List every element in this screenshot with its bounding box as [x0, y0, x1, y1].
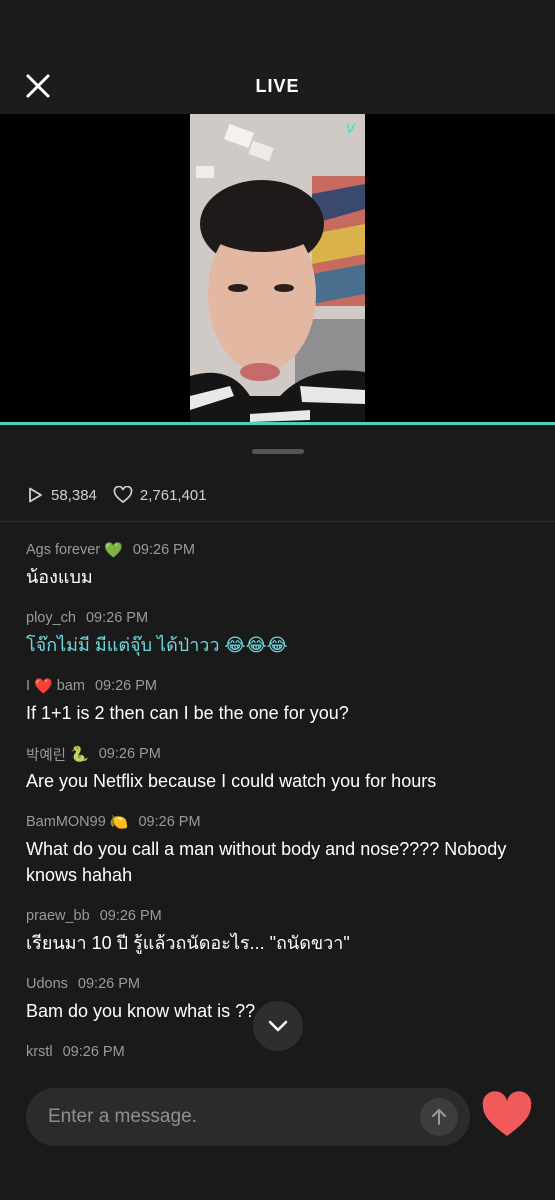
chat-username: Udons: [26, 976, 68, 992]
chat-username: bam: [56, 678, 85, 694]
chevron-down-icon: [268, 1020, 288, 1032]
like-count: 2,761,401: [113, 486, 207, 504]
chat-time: 09:26 PM: [77, 976, 140, 992]
chat-text: เรียนมา 10 ปี รู้แล้วถนัดอะไร... "ถนัดขว…: [26, 933, 350, 953]
chat-message: I ❤️ bam 09:26 PM If 1+1 is 2 then can I be…: [26, 676, 536, 726]
chat-time: 09:26 PM: [132, 542, 195, 558]
chat-message: praew_bb 09:26 PM เรียนมา 10 ปี รู้แล้วถน…: [26, 906, 536, 956]
chat-text: Are you Netflix because I could watch yo…: [26, 771, 437, 791]
red-heart-icon: ❤️: [34, 678, 53, 695]
page-title: LIVE: [255, 76, 300, 96]
like-count-value: 2,761,401: [139, 486, 207, 504]
chat-username: krstl: [26, 1044, 53, 1060]
chat-text: น้องแบม: [26, 567, 93, 587]
arrow-up-icon: [432, 1109, 446, 1125]
streamer-video-image: [190, 114, 365, 422]
chat-message: ploy_ch 09:26 PM โจ๊กไม่มี มีแต่จุ๊บ ได้ป…: [26, 608, 536, 658]
send-button[interactable]: [420, 1098, 458, 1136]
chat-time: 09:26 PM: [62, 1044, 125, 1060]
chat-text: โจ๊กไม่มี มีแต่จุ๊บ ได้ป่าวว 😂😂😂: [26, 632, 536, 658]
chat-panel: 58,384 2,761,401 Ags forever 💚 09:26 PM น้…: [0, 425, 555, 1200]
drag-handle[interactable]: [252, 449, 304, 454]
stats-row: 58,384 2,761,401: [26, 485, 223, 505]
chat-text: If 1+1 is 2 then can I be the one for yo…: [26, 703, 349, 723]
chat-time: 09:26 PM: [98, 746, 161, 762]
scroll-down-button[interactable]: [253, 1001, 303, 1051]
chat-username: praew_bb: [26, 908, 90, 924]
message-composer: [0, 1075, 555, 1200]
chat-time: 09:26 PM: [138, 814, 201, 830]
chat-username: BamMON99: [26, 814, 106, 830]
play-count-value: 58,384: [51, 486, 97, 504]
chat-text-body: โจ๊กไม่มี มีแต่จุ๊บ ได้ป่าวว: [26, 635, 220, 655]
top-bar: LIVE: [0, 0, 555, 114]
laughing-emoji-icon: 😂😂😂: [224, 635, 288, 655]
chat-message: Ags forever 💚 09:26 PM น้องแบม: [26, 540, 536, 590]
chat-username: Ags forever: [26, 542, 101, 558]
video-frame: V: [190, 114, 365, 422]
play-icon: [29, 487, 42, 503]
chat-message: BamMON99 🍋 09:26 PM What do you call a man…: [26, 812, 536, 888]
heart-icon: [482, 1091, 532, 1136]
chat-text: What do you call a man without body and …: [26, 839, 507, 885]
heart-outline-icon: [113, 486, 133, 504]
heart-button[interactable]: [480, 1089, 534, 1143]
vlive-logo-icon: V: [345, 120, 355, 136]
message-input[interactable]: [48, 1088, 408, 1146]
snake-icon: 🐍: [70, 746, 89, 763]
chat-username-prefix: I: [26, 678, 31, 694]
chat-time: 09:26 PM: [99, 908, 162, 924]
chat-message: 박예린 🐍 09:26 PM Are you Netflix because I c…: [26, 744, 536, 794]
chat-list[interactable]: Ags forever 💚 09:26 PM น้องแบม ploy_ch 09:2…: [26, 540, 536, 1080]
chat-time: 09:26 PM: [94, 678, 158, 694]
lemon-icon: 🍋: [109, 814, 129, 831]
chat-time: 09:26 PM: [85, 610, 149, 626]
divider: [0, 521, 555, 522]
chat-username: 박예린: [26, 747, 67, 764]
play-count: 58,384: [26, 486, 97, 504]
green-heart-icon: 💚: [104, 542, 123, 559]
message-input-box: [26, 1088, 470, 1146]
chat-username: ploy_ch: [26, 610, 76, 626]
video-player[interactable]: V: [0, 114, 555, 422]
